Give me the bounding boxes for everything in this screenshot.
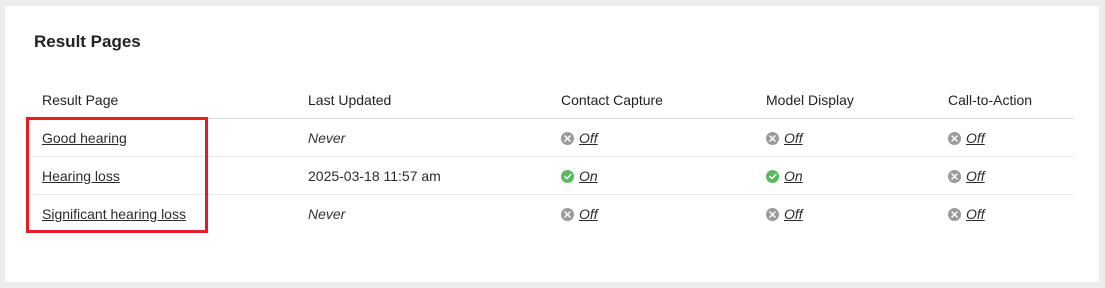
cell-contact-capture: On [553,156,758,195]
cell-model-display: On [758,156,940,195]
contact-capture-toggle[interactable]: Off [561,130,598,146]
cell-result-page: Good hearing [34,118,300,157]
header-result-page: Result Page [34,82,300,119]
call-to-action-toggle[interactable]: Off [948,130,985,146]
header-call-to-action: Call-to-Action [940,82,1074,119]
status-label: Off [966,206,985,223]
check-circle-icon [561,169,574,183]
model-display-toggle[interactable]: On [766,168,803,184]
result-page-link[interactable]: Significant hearing loss [42,206,186,222]
status-label: Off [784,206,803,223]
cell-call-to-action: Off [940,156,1074,195]
table-row: Hearing loss 2025-03-18 11:57 am On On O… [34,156,1074,195]
last-updated-value: Never [308,129,346,146]
last-updated-value: Never [308,205,346,222]
x-circle-icon [948,207,961,221]
cell-last-updated: 2025-03-18 11:57 am [300,156,553,195]
section-title: Result Pages [34,32,141,51]
cell-result-page: Significant hearing loss [34,195,300,233]
status-label: Off [966,168,985,185]
status-label: Off [579,206,598,223]
table-header-row: Result Page Last Updated Contact Capture… [34,82,1074,119]
cell-last-updated: Never [300,118,553,157]
table-row: Good hearing Never Off Off Off [34,118,1074,157]
x-circle-icon [948,169,961,183]
result-page-link[interactable]: Good hearing [42,130,127,146]
status-label: Off [784,130,803,147]
cell-result-page: Hearing loss [34,156,300,195]
header-contact-capture: Contact Capture [553,82,758,119]
header-last-updated: Last Updated [300,82,553,119]
cell-last-updated: Never [300,195,553,233]
result-pages-card: Result Pages Result Page Last Updated Co… [5,6,1099,282]
cell-call-to-action: Off [940,118,1074,157]
header-model-display: Model Display [758,82,940,119]
status-label: Off [966,130,985,147]
call-to-action-toggle[interactable]: Off [948,206,985,222]
call-to-action-toggle[interactable]: Off [948,168,985,184]
result-pages-table: Result Page Last Updated Contact Capture… [34,82,1074,232]
check-circle-icon [766,169,779,183]
result-page-link[interactable]: Hearing loss [42,168,120,184]
cell-contact-capture: Off [553,195,758,233]
x-circle-icon [561,207,574,221]
x-circle-icon [766,131,779,145]
contact-capture-toggle[interactable]: On [561,168,598,184]
status-label: On [784,168,803,185]
status-label: On [579,168,598,185]
last-updated-value: 2025-03-18 11:57 am [308,167,441,184]
x-circle-icon [948,131,961,145]
x-circle-icon [561,131,574,145]
model-display-toggle[interactable]: Off [766,206,803,222]
cell-call-to-action: Off [940,195,1074,233]
status-label: Off [579,130,598,147]
cell-model-display: Off [758,195,940,233]
contact-capture-toggle[interactable]: Off [561,206,598,222]
x-circle-icon [766,207,779,221]
cell-model-display: Off [758,118,940,157]
table-row: Significant hearing loss Never Off Off O… [34,195,1074,233]
model-display-toggle[interactable]: Off [766,130,803,146]
cell-contact-capture: Off [553,118,758,157]
